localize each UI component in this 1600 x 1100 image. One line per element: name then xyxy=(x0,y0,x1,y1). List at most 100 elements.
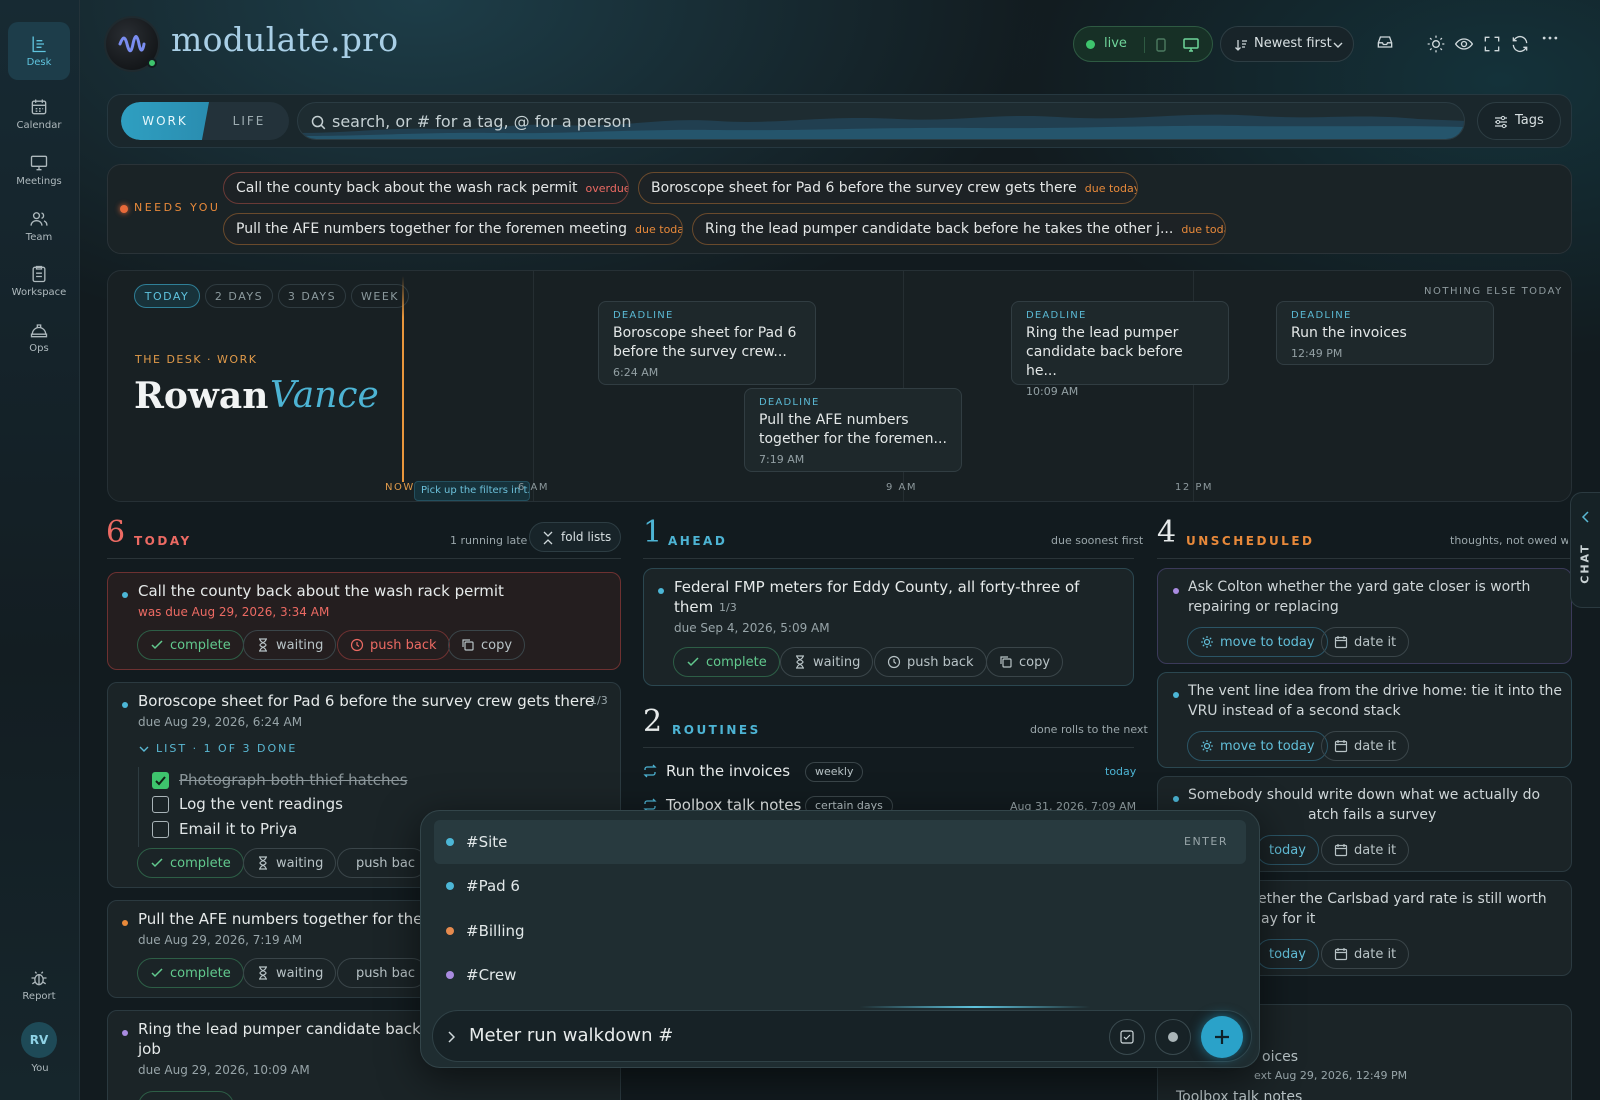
tags-button[interactable]: Tags xyxy=(1477,102,1561,140)
search-input[interactable] xyxy=(332,103,1232,139)
checkbox[interactable] xyxy=(152,796,169,813)
needs-you-label: NEEDS YOU xyxy=(134,201,221,214)
tag-suggestion-label: #Pad 6 xyxy=(466,877,520,895)
sun-icon xyxy=(1427,35,1445,53)
task-due: due Aug 29, 2026, 6:24 AM xyxy=(138,715,303,729)
mode-work[interactable]: WORK xyxy=(121,102,209,140)
tag-suggestion-site[interactable]: #Site ENTER xyxy=(434,820,1246,864)
deadline-card[interactable]: DEADLINE Pull the AFE numbers together f… xyxy=(744,388,962,472)
deadline-card[interactable]: DEADLINE Ring the lead pumper candidate … xyxy=(1011,301,1229,398)
live-label: live xyxy=(1104,36,1127,51)
chat-tab[interactable]: CHAT xyxy=(1570,492,1600,608)
date-it-button[interactable]: date it xyxy=(1321,835,1410,865)
check-icon xyxy=(151,968,163,978)
note-toggle-button[interactable] xyxy=(1155,1019,1191,1055)
move-to-today-button[interactable]: today xyxy=(1256,835,1319,865)
copy-button[interactable]: copy xyxy=(448,630,526,660)
chevron-left-icon xyxy=(1581,511,1589,523)
bullet-dot xyxy=(1173,796,1179,802)
inbox-button[interactable] xyxy=(1375,32,1397,54)
due-today-badge: due today xyxy=(635,222,682,236)
add-button[interactable] xyxy=(1201,1016,1243,1058)
visibility-button[interactable] xyxy=(1454,34,1476,56)
refresh-button[interactable] xyxy=(1510,34,1532,56)
complete-label: complete xyxy=(170,965,231,981)
range-today[interactable]: TODAY xyxy=(134,284,200,308)
brand-name: modulate.pro xyxy=(171,20,399,59)
push-back-button[interactable]: push bac xyxy=(337,848,427,878)
complete-button[interactable] xyxy=(138,1091,234,1100)
date-it-button[interactable]: date it xyxy=(1321,731,1410,761)
tag-suggestion-billing[interactable]: #Billing xyxy=(434,909,1246,953)
copy-button[interactable]: copy xyxy=(986,647,1064,677)
date-it-button[interactable]: date it xyxy=(1321,627,1410,657)
complete-button[interactable]: complete xyxy=(673,647,780,677)
desktop-icon[interactable] xyxy=(1182,37,1200,53)
push-back-button[interactable]: push back xyxy=(337,630,450,660)
mode-life[interactable]: LIFE xyxy=(209,102,289,140)
more-button[interactable] xyxy=(1540,28,1562,50)
sidebar-item-workspace[interactable]: Workspace xyxy=(8,252,70,310)
needs-you-item[interactable]: Boroscope sheet for Pad 6 before the sur… xyxy=(638,172,1138,204)
sun-icon xyxy=(1201,740,1213,752)
complete-button[interactable]: complete xyxy=(137,848,244,878)
checklist-item-text: Photograph both thief hatches xyxy=(179,771,408,789)
sidebar-item-meetings[interactable]: Meetings xyxy=(8,141,70,199)
quick-add-composer[interactable]: Meter run walkdown # xyxy=(432,1010,1252,1062)
deadline-title: Run the invoices xyxy=(1291,325,1407,341)
needs-you-item[interactable]: Pull the AFE numbers together for the fo… xyxy=(223,213,683,245)
routines-label: ROUTINES xyxy=(672,723,761,737)
range-week[interactable]: WEEK xyxy=(351,284,409,308)
calendar-icon xyxy=(31,99,47,115)
waiting-button[interactable]: waiting xyxy=(243,958,337,988)
user-last-name: Vance xyxy=(270,375,379,416)
tag-suggestion-crew[interactable]: #Crew xyxy=(434,953,1246,997)
tag-color-dot xyxy=(446,971,454,979)
tag-suggestion-pad-6[interactable]: #Pad 6 xyxy=(434,864,1246,908)
chevron-right-icon[interactable] xyxy=(447,1031,455,1043)
sidebar-item-calendar[interactable]: Calendar xyxy=(8,85,70,143)
live-toggle[interactable]: live xyxy=(1073,26,1213,62)
sun-icon xyxy=(1201,636,1213,648)
sidebar-item-ops[interactable]: Ops xyxy=(8,308,70,366)
work-life-toggle[interactable]: WORK LIFE xyxy=(121,102,289,140)
waiting-button[interactable]: waiting xyxy=(243,630,337,660)
sidebar-item-team[interactable]: Team xyxy=(8,197,70,255)
routine-title[interactable]: Run the invoices xyxy=(666,762,790,780)
phone-icon[interactable] xyxy=(1154,37,1168,53)
hourglass-icon xyxy=(259,966,267,980)
complete-button[interactable]: complete xyxy=(137,630,244,660)
push-back-button[interactable]: push bac xyxy=(337,958,427,988)
avatar[interactable]: RV xyxy=(21,1022,57,1058)
thought-card[interactable]: The vent line idea from the drive home: … xyxy=(1157,672,1572,768)
thought-card[interactable]: Ask Colton whether the yard gate closer … xyxy=(1157,568,1572,664)
range-2-days[interactable]: 2 DAYS xyxy=(205,284,273,308)
fullscreen-button[interactable] xyxy=(1482,34,1504,56)
deadline-card[interactable]: DEADLINE Boroscope sheet for Pad 6 befor… xyxy=(598,301,816,385)
sidebar-item-desk[interactable]: Desk xyxy=(8,22,70,80)
date-it-label: date it xyxy=(1354,842,1397,858)
sort-dropdown[interactable]: Newest first xyxy=(1220,26,1354,62)
theme-button[interactable] xyxy=(1426,34,1448,56)
push-back-button[interactable]: push back xyxy=(874,647,987,677)
needs-you-item[interactable]: Call the county back about the wash rack… xyxy=(223,172,629,204)
checkbox[interactable] xyxy=(152,821,169,838)
tag-suggestion-label: #Site xyxy=(466,833,508,851)
complete-button[interactable]: complete xyxy=(137,958,244,988)
composer-input[interactable]: Meter run walkdown # xyxy=(469,1025,673,1046)
waiting-button[interactable]: waiting xyxy=(243,848,337,878)
task-toggle-button[interactable] xyxy=(1109,1019,1145,1055)
move-to-today-button[interactable]: move to today xyxy=(1187,731,1328,761)
move-to-today-button[interactable]: today xyxy=(1256,939,1319,969)
deadline-card[interactable]: DEADLINE Run the invoices 12:49 PM xyxy=(1276,301,1494,365)
report-button[interactable]: Report xyxy=(8,960,70,1010)
needs-you-item[interactable]: Ring the lead pumper candidate back befo… xyxy=(692,213,1226,245)
range-3-days[interactable]: 3 DAYS xyxy=(278,284,346,308)
move-to-today-button[interactable]: move to today xyxy=(1187,627,1328,657)
fold-lists-button[interactable]: fold lists xyxy=(529,522,621,552)
date-it-button[interactable]: date it xyxy=(1321,939,1410,969)
search-field[interactable] xyxy=(297,102,1465,140)
chevron-down-icon[interactable] xyxy=(139,745,149,753)
checkbox-checked[interactable] xyxy=(152,772,169,789)
waiting-button[interactable]: waiting xyxy=(780,647,874,677)
